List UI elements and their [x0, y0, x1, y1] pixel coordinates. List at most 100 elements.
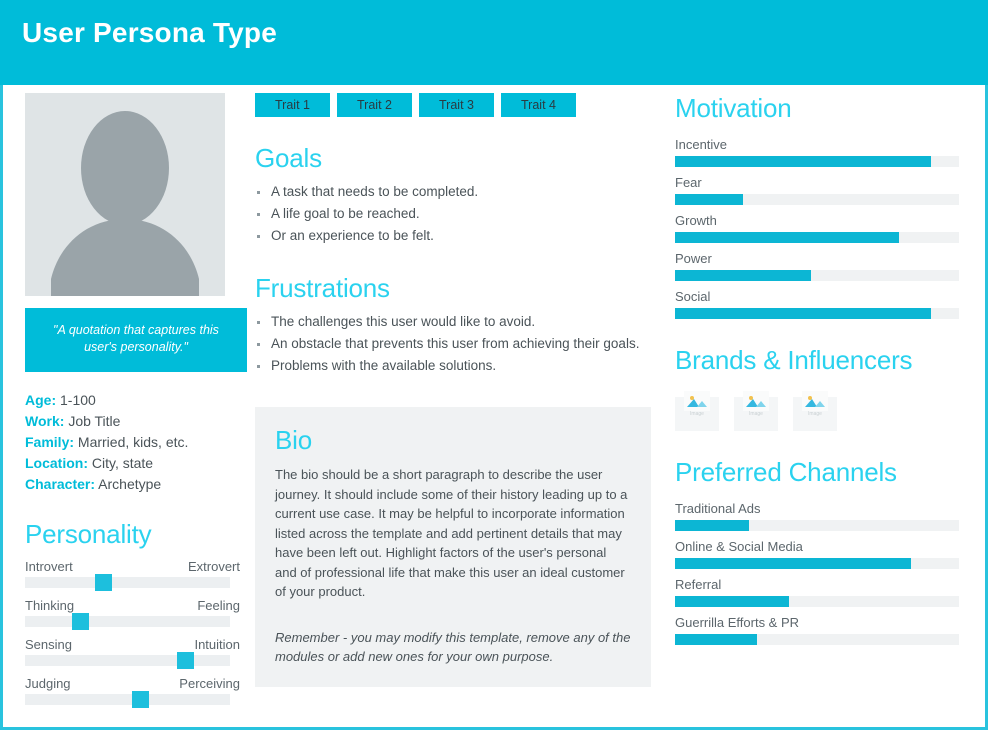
- slider-thumb[interactable]: [131, 691, 149, 708]
- slider-thumb[interactable]: [72, 613, 90, 630]
- slider-label-right: Intuition: [194, 637, 240, 652]
- slider-label-right: Feeling: [197, 598, 240, 613]
- meter-row-online-social-media: Online & Social Media: [675, 539, 965, 569]
- list-item: An obstacle that prevents this user from…: [255, 333, 655, 355]
- meter-fill: [675, 520, 749, 531]
- trait-pill-1[interactable]: Trait 1: [255, 93, 330, 117]
- meter-row-social: Social: [675, 289, 965, 319]
- meter-label: Online & Social Media: [675, 539, 803, 554]
- frustrations-heading: Frustrations: [255, 273, 390, 303]
- detail-label-work: Work:: [25, 413, 65, 429]
- brand-placeholder-1[interactable]: Image: [675, 391, 719, 431]
- detail-row-location: Location: City, state: [25, 453, 240, 474]
- persona-card: User Persona Type "A quotation that capt…: [0, 0, 988, 730]
- detail-value-age: 1-100: [60, 392, 96, 408]
- detail-row-work: Work: Job Title: [25, 411, 240, 432]
- persona-body: "A quotation that captures this user's p…: [3, 85, 985, 727]
- detail-value-location: City, state: [91, 455, 154, 471]
- meter-track[interactable]: [675, 596, 959, 607]
- brands-heading: Brands & Influencers: [675, 345, 913, 375]
- slider-thumb[interactable]: [176, 652, 194, 669]
- personality-section: Personality Introvert Extrovert Thinking…: [25, 519, 240, 708]
- image-placeholder-icon: [684, 391, 710, 411]
- meter-track[interactable]: [675, 270, 959, 281]
- personality-slider-introvert-extrovert: Introvert Extrovert: [25, 559, 240, 591]
- meter-row-incentive: Incentive: [675, 137, 965, 167]
- slider-label-right: Perceiving: [179, 676, 240, 691]
- slider-label-left: Thinking: [25, 598, 75, 613]
- trait-pill-3[interactable]: Trait 3: [419, 93, 494, 117]
- detail-label-family: Family:: [25, 434, 75, 450]
- motivation-meters: Incentive Fear Growth Power Social: [675, 137, 965, 319]
- meter-fill: [675, 634, 758, 645]
- meter-fill: [675, 558, 911, 569]
- detail-value-family: Married, kids, etc.: [77, 434, 189, 450]
- meter-label: Growth: [675, 213, 717, 228]
- detail-row-family: Family: Married, kids, etc.: [25, 432, 240, 453]
- list-item: The challenges this user would like to a…: [255, 311, 655, 333]
- frustrations-section: Frustrations The challenges this user wo…: [255, 273, 655, 377]
- brand-placeholder-caption: Image: [808, 411, 822, 417]
- detail-value-work: Job Title: [68, 413, 121, 429]
- slider-track[interactable]: [25, 691, 230, 708]
- bio-panel: Bio The bio should be a short paragraph …: [255, 407, 651, 687]
- meter-label: Power: [675, 251, 712, 266]
- meter-row-referral: Referral: [675, 577, 965, 607]
- goals-heading: Goals: [255, 143, 322, 173]
- personality-slider-judging-perceiving: Judging Perceiving: [25, 676, 240, 708]
- avatar: [25, 93, 225, 296]
- brand-placeholder-2[interactable]: Image: [734, 391, 778, 431]
- meter-track[interactable]: [675, 194, 959, 205]
- goals-section: Goals A task that needs to be completed.…: [255, 143, 655, 247]
- personality-heading: Personality: [25, 519, 152, 549]
- meter-label: Incentive: [675, 137, 728, 152]
- slider-track[interactable]: [25, 652, 230, 669]
- meter-track[interactable]: [675, 308, 959, 319]
- meter-label: Traditional Ads: [675, 501, 761, 516]
- bio-note: Remember - you may modify this template,…: [275, 629, 631, 665]
- page-title: User Persona Type: [22, 17, 277, 48]
- trait-pill-4[interactable]: Trait 4: [501, 93, 576, 117]
- persona-details: Age: 1-100 Work: Job Title Family: Marri…: [25, 390, 240, 495]
- meter-label: Guerrilla Efforts & PR: [675, 615, 800, 630]
- meter-fill: [675, 232, 900, 243]
- list-item: Or an experience to be felt.: [255, 225, 655, 247]
- slider-label-left: Judging: [25, 676, 71, 691]
- bio-text: The bio should be a short paragraph to d…: [275, 467, 628, 599]
- meter-label: Fear: [675, 175, 702, 190]
- trait-pill-2[interactable]: Trait 2: [337, 93, 412, 117]
- brand-placeholder-group: Image Image Image: [675, 391, 965, 431]
- meter-label: Social: [675, 289, 711, 304]
- personality-slider-thinking-feeling: Thinking Feeling: [25, 598, 240, 630]
- meter-track[interactable]: [675, 232, 959, 243]
- meter-track[interactable]: [675, 634, 959, 645]
- detail-row-age: Age: 1-100: [25, 390, 240, 411]
- channels-section: Preferred Channels Traditional Ads Onlin…: [675, 457, 965, 645]
- meter-row-fear: Fear: [675, 175, 965, 205]
- frustrations-list: The challenges this user would like to a…: [255, 311, 655, 377]
- list-item: A task that needs to be completed.: [255, 181, 655, 203]
- meter-fill: [675, 596, 789, 607]
- motivation-section: Motivation Incentive Fear Growth Power S…: [675, 93, 965, 319]
- persona-quote: "A quotation that captures this user's p…: [25, 308, 247, 372]
- meter-track[interactable]: [675, 558, 959, 569]
- slider-label-left: Introvert: [25, 559, 73, 574]
- slider-track[interactable]: [25, 574, 230, 591]
- left-column: "A quotation that captures this user's p…: [25, 93, 247, 715]
- meter-track[interactable]: [675, 520, 959, 531]
- meter-row-growth: Growth: [675, 213, 965, 243]
- meter-fill: [675, 270, 812, 281]
- goals-list: A task that needs to be completed. A lif…: [255, 181, 655, 247]
- slider-label-right: Extrovert: [187, 559, 240, 574]
- slider-track[interactable]: [25, 613, 230, 630]
- slider-thumb[interactable]: [94, 574, 112, 591]
- meter-track[interactable]: [675, 156, 959, 167]
- meter-row-traditional-ads: Traditional Ads: [675, 501, 965, 531]
- brand-placeholder-3[interactable]: Image: [793, 391, 837, 431]
- channels-heading: Preferred Channels: [675, 457, 897, 487]
- person-silhouette-icon: [25, 93, 225, 296]
- meter-fill: [675, 156, 931, 167]
- trait-pill-group: Trait 1 Trait 2 Trait 3 Trait 4: [255, 93, 655, 117]
- right-column: Motivation Incentive Fear Growth Power S…: [675, 93, 965, 653]
- detail-value-character: Archetype: [98, 476, 162, 492]
